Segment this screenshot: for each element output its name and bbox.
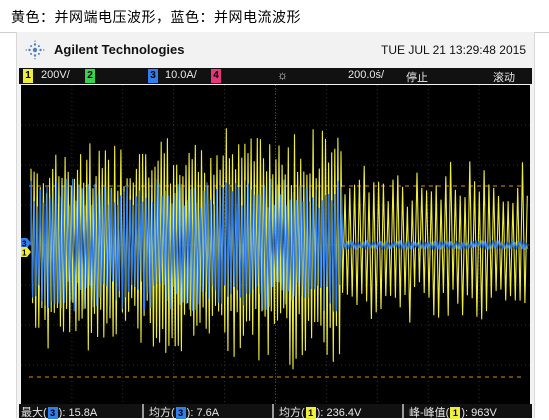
measurement-value: 236.4V <box>326 407 362 419</box>
measurement-value: 7.6A <box>196 407 220 419</box>
channel-2-indicator[interactable]: 2 <box>85 69 95 83</box>
waveform-display: 31 <box>21 85 530 405</box>
measurement-label: 最大 <box>21 407 43 419</box>
measurement-divider <box>272 404 274 418</box>
timebase-scale: 200.0ṡ/ <box>348 69 385 81</box>
scope-datetime: TUE JUL 21 13:29:48 2015 <box>381 43 526 57</box>
channel-1-indicator[interactable]: 1 <box>23 69 33 83</box>
measurement-label: 均方 <box>279 407 301 419</box>
oscilloscope-window: Agilent Technologies TUE JUL 21 13:29:48… <box>16 32 535 419</box>
agilent-spark-icon <box>25 40 45 60</box>
channel-markers: 31 <box>21 238 31 258</box>
measurement-channel: 3 <box>175 407 186 419</box>
measurement-peak-peak-voltage[interactable]: 峰-峰值(1): 963V <box>409 404 497 419</box>
scope-display: 31 <box>21 85 530 405</box>
measurement-divider <box>402 404 404 418</box>
scope-status-bar: 1 200V/ 2 3 10.0A/ 4 ☼ 200.0ṡ/ 停止 滚动 <box>19 68 532 84</box>
measurement-label: 均方 <box>149 407 171 419</box>
trigger-sun-icon: ☼ <box>277 68 288 82</box>
measurement-channel: 1 <box>450 407 461 419</box>
measurement-value: 15.8A <box>68 407 98 419</box>
acquire-mode[interactable]: 滚动 <box>493 69 515 85</box>
figure-caption: 黄色：并网端电压波形，蓝色：并网电流波形 <box>0 0 549 33</box>
measurement-channel: 1 <box>305 407 316 419</box>
measurement-rms-voltage[interactable]: 均方(1): 236.4V <box>279 404 362 419</box>
measurement-label: 峰-峰值 <box>409 407 446 419</box>
measurement-value: 963V <box>471 407 497 419</box>
channel-3-indicator[interactable]: 3 <box>148 69 158 83</box>
scope-brand-bar: Agilent Technologies TUE JUL 21 13:29:48… <box>17 32 534 68</box>
measurement-channel: 3 <box>47 407 58 419</box>
channel-3-scale: 10.0A/ <box>165 69 197 81</box>
measurement-divider <box>142 404 144 418</box>
caption-text: 黄色：并网端电压波形，蓝色：并网电流波形 <box>11 10 301 26</box>
channel-4-indicator[interactable]: 4 <box>211 69 221 83</box>
run-state[interactable]: 停止 <box>406 69 428 85</box>
measurement-max-current[interactable]: 最大(3): 15.8A <box>21 404 98 419</box>
measurement-bar: 最大(3): 15.8A 均方(3): 7.6A 均方(1): 236.4V 峰… <box>19 404 532 419</box>
brand-name: Agilent Technologies <box>54 42 185 57</box>
measurement-rms-current[interactable]: 均方(3): 7.6A <box>149 404 220 419</box>
channel-1-ground-marker-label: 1 <box>22 249 27 258</box>
channel-1-scale: 200V/ <box>41 69 70 81</box>
